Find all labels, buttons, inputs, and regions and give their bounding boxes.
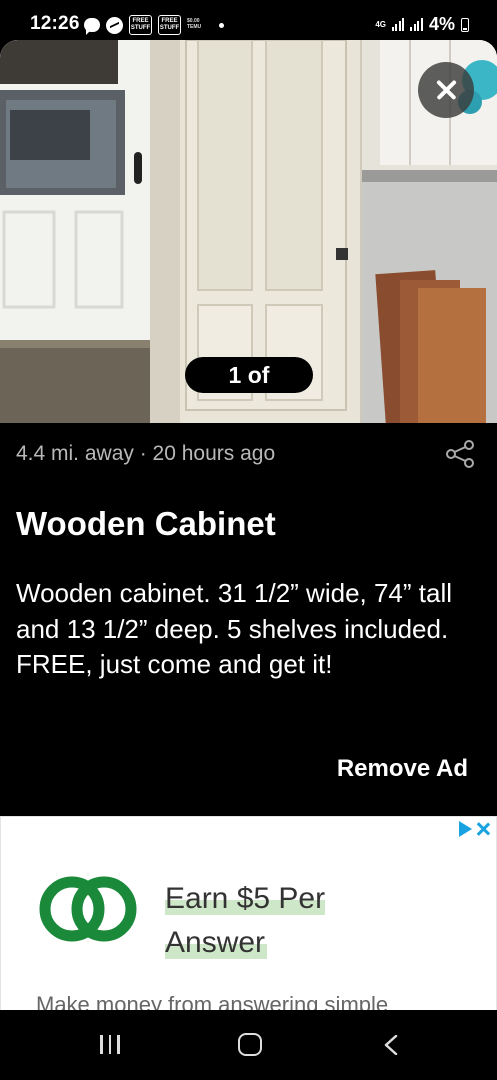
home-button[interactable] (238, 1033, 262, 1056)
remove-ad-button[interactable]: Remove Ad (337, 755, 468, 783)
messenger-icon (106, 16, 123, 34)
more-notifications-dot (219, 22, 224, 28)
listing-title: Wooden Cabinet (16, 505, 276, 542)
ad-choices[interactable] (459, 821, 490, 837)
ad-logo-icon[interactable] (38, 870, 138, 948)
back-button[interactable] (384, 1035, 398, 1055)
notification-icons: FREE STUFF FREE STUFF $0.00 TEMU (84, 14, 224, 36)
free-stuff-icon: FREE STUFF (158, 15, 181, 35)
listing-meta-row: 4.4 mi. away · 20 hours ago (16, 440, 481, 470)
recents-button[interactable] (100, 1035, 120, 1054)
listing-description: Wooden cabinet. 31 1/2” wide, 74” tall a… (16, 578, 453, 679)
status-bar: 12:26 FREE STUFF FREE STUFF $0.00 TEMU 4… (0, 0, 497, 40)
clock: 12:26 (30, 13, 80, 34)
free-stuff-icon: FREE STUFF (129, 15, 152, 35)
ad-headline-text[interactable]: Earn $5 Per Answer (165, 882, 326, 959)
temu-icon: $0.00 TEMU (187, 18, 202, 30)
network-type: 4G (375, 19, 386, 29)
close-ad-icon[interactable] (476, 822, 490, 836)
listing-photo[interactable]: 1 of (0, 40, 497, 423)
share-icon[interactable] (445, 440, 475, 468)
signal-icon (391, 18, 405, 31)
system-nav-bar (0, 1010, 497, 1080)
signal-icon (410, 18, 423, 31)
system-icons: 4G 4% (375, 14, 469, 35)
ad-headline[interactable]: Earn $5 Per Answer (165, 877, 365, 965)
battery-icon (461, 17, 469, 32)
photo-counter: 1 of (185, 357, 313, 393)
adchoices-icon[interactable] (459, 821, 472, 837)
close-button[interactable] (418, 62, 474, 118)
distance-and-time: 4.4 mi. away · 20 hours ago (16, 442, 276, 465)
chat-icon (84, 18, 100, 35)
battery-percent: 4% (428, 14, 455, 34)
